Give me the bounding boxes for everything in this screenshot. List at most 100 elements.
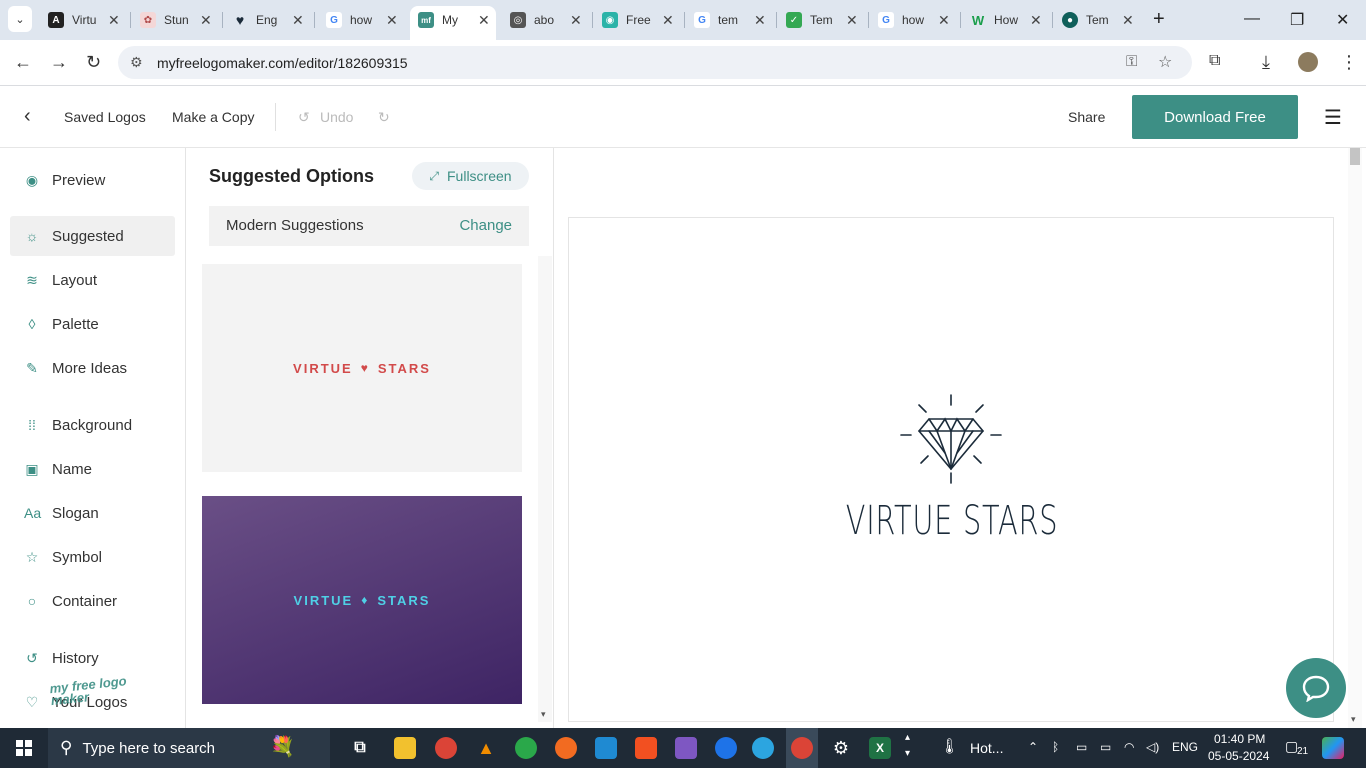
restore-icon[interactable]: ❐ bbox=[1290, 10, 1304, 30]
wifi-icon[interactable]: ◠ bbox=[1124, 740, 1134, 754]
share-button[interactable]: Share bbox=[1068, 109, 1105, 125]
logo-canvas[interactable]: VIRTUE STARS bbox=[568, 217, 1334, 722]
browser-tab-active[interactable]: mf My ✕ bbox=[418, 8, 490, 32]
weather-text[interactable]: Hot... bbox=[970, 740, 1003, 756]
task-view-icon[interactable]: ⧉ bbox=[349, 737, 371, 759]
download-icon[interactable]: ⤓ bbox=[1262, 52, 1270, 73]
settings-gear-icon[interactable]: ⚙ bbox=[830, 737, 852, 759]
back-chevron-icon[interactable]: ‹ bbox=[24, 105, 31, 128]
browser-tab[interactable]: ● Tem ✕ bbox=[1062, 8, 1134, 32]
taskbar-search-box[interactable]: ⚲ Type here to search 💐 bbox=[48, 728, 330, 768]
copilot-icon[interactable] bbox=[1322, 737, 1344, 759]
close-icon[interactable]: ✕ bbox=[754, 12, 766, 29]
sidebar-item-symbol[interactable]: ☆ Symbol bbox=[10, 537, 175, 577]
suggestion-card[interactable]: VIRTUE ♥ STARS bbox=[202, 264, 522, 472]
chrome-active-icon[interactable] bbox=[791, 737, 813, 759]
logo-name-text[interactable]: VIRTUE STARS bbox=[676, 498, 1228, 544]
profile-avatar[interactable] bbox=[1298, 52, 1318, 72]
vlc-icon[interactable]: ▲ bbox=[475, 737, 497, 759]
undo-icon[interactable]: ↺ bbox=[298, 109, 310, 126]
app-icon[interactable] bbox=[555, 737, 577, 759]
close-icon[interactable]: ✕ bbox=[292, 12, 304, 29]
address-url[interactable]: myfreelogomaker.com/editor/182609315 bbox=[157, 55, 408, 71]
scroll-down-arrow-icon[interactable]: ▾ bbox=[541, 709, 546, 720]
new-tab-plus-icon[interactable]: + bbox=[1153, 8, 1165, 31]
bookmark-star-icon[interactable]: ☆ bbox=[1158, 52, 1172, 72]
vscode-icon[interactable] bbox=[595, 737, 617, 759]
language-indicator[interactable]: ENG bbox=[1172, 740, 1198, 754]
close-icon[interactable]: ✕ bbox=[1030, 12, 1042, 29]
change-link[interactable]: Change bbox=[459, 217, 512, 234]
close-icon[interactable]: ✕ bbox=[662, 12, 674, 29]
browser-tab[interactable]: A Virtu ✕ bbox=[48, 8, 120, 32]
visual-studio-icon[interactable] bbox=[675, 737, 697, 759]
battery-icon[interactable]: ▭ bbox=[1100, 740, 1111, 754]
close-icon[interactable]: ✕ bbox=[200, 12, 212, 29]
chat-help-button[interactable] bbox=[1286, 658, 1346, 718]
sidebar-item-suggested[interactable]: ☼ Suggested bbox=[10, 216, 175, 256]
redo-icon[interactable]: ↻ bbox=[378, 109, 390, 126]
clock-time[interactable]: 01:40 PM bbox=[1214, 732, 1265, 746]
meet-icon[interactable]: ▭ bbox=[1076, 740, 1087, 754]
fullscreen-button[interactable]: ⤢ Fullscreen bbox=[412, 162, 529, 190]
forward-arrow-icon[interactable]: → bbox=[50, 52, 68, 73]
tab-search-button[interactable]: ⌄ bbox=[8, 6, 32, 32]
sidebar-item-palette[interactable]: ◊ Palette bbox=[10, 304, 175, 344]
sidebar-item-slogan[interactable]: Aa Slogan bbox=[10, 493, 175, 533]
address-bar[interactable]: ⚙ myfreelogomaker.com/editor/182609315 ⚿… bbox=[118, 46, 1192, 79]
sidebar-item-layout[interactable]: ≋ Layout bbox=[10, 260, 175, 300]
close-icon[interactable]: ✕ bbox=[108, 12, 120, 29]
make-copy-link[interactable]: Make a Copy bbox=[172, 109, 254, 125]
reload-icon[interactable]: ↻ bbox=[86, 52, 101, 73]
sidebar-item-container[interactable]: ○ Container bbox=[10, 581, 175, 621]
chrome-icon[interactable] bbox=[435, 737, 457, 759]
excel-icon[interactable]: X bbox=[869, 737, 891, 759]
browser-tab[interactable]: ✓ Tem ✕ bbox=[786, 8, 858, 32]
suggestion-card[interactable]: VIRTUE ♦ STARS bbox=[202, 496, 522, 704]
browser-tab[interactable]: ◎ abo ✕ bbox=[510, 8, 582, 32]
maps-icon[interactable] bbox=[715, 737, 737, 759]
volume-icon[interactable]: ◁) bbox=[1146, 740, 1159, 754]
tray-chevron-icon[interactable]: ⌃ bbox=[1028, 740, 1038, 754]
windows-start-icon[interactable] bbox=[16, 740, 32, 756]
panel-scrollbar[interactable]: ▾ bbox=[538, 256, 552, 722]
telegram-icon[interactable] bbox=[752, 737, 774, 759]
window-close-icon[interactable]: ✕ bbox=[1336, 10, 1349, 30]
close-icon[interactable]: ✕ bbox=[386, 12, 398, 29]
sidebar-item-preview[interactable]: ◉ Preview bbox=[10, 160, 175, 200]
browser-tab[interactable]: ✿ Stun ✕ bbox=[140, 8, 212, 32]
download-free-button[interactable]: Download Free bbox=[1132, 95, 1298, 139]
close-icon[interactable]: ✕ bbox=[478, 12, 490, 29]
browser-tab[interactable]: G tem ✕ bbox=[694, 8, 766, 32]
close-icon[interactable]: ✕ bbox=[938, 12, 950, 29]
browser-tab[interactable]: G how ✕ bbox=[878, 8, 950, 32]
close-icon[interactable]: ✕ bbox=[846, 12, 858, 29]
scroll-down-arrow-icon[interactable]: ▾ bbox=[1351, 714, 1356, 725]
saved-logos-link[interactable]: Saved Logos bbox=[64, 109, 146, 125]
extensions-icon[interactable]: ⧉ bbox=[1209, 52, 1220, 70]
clock-date[interactable]: 05-05-2024 bbox=[1208, 749, 1269, 763]
bluetooth-icon[interactable]: ᛒ bbox=[1052, 740, 1059, 754]
undo-button[interactable]: Undo bbox=[320, 109, 353, 125]
sidebar-item-name[interactable]: ▣ Name bbox=[10, 449, 175, 489]
brave-icon[interactable] bbox=[635, 737, 657, 759]
sidebar-item-background[interactable]: ⁞⁞ Background bbox=[10, 405, 175, 445]
minimize-icon[interactable]: — bbox=[1244, 10, 1260, 28]
password-key-icon[interactable]: ⚿ bbox=[1126, 53, 1137, 70]
app-icon[interactable] bbox=[515, 737, 537, 759]
close-icon[interactable]: ✕ bbox=[1122, 12, 1134, 29]
menu-dots-icon[interactable]: ⋮ bbox=[1340, 52, 1358, 73]
browser-tab[interactable]: ♥ Eng ✕ bbox=[232, 8, 304, 32]
canvas-scrollbar[interactable]: ▾ bbox=[1348, 148, 1362, 728]
back-arrow-icon[interactable]: ← bbox=[14, 52, 32, 73]
sidebar-item-history[interactable]: ↺ History bbox=[10, 638, 175, 678]
taskbar-scroll-icon[interactable]: ▴ ▾ bbox=[905, 730, 910, 762]
browser-tab[interactable]: W How ✕ bbox=[970, 8, 1042, 32]
sidebar-item-more-ideas[interactable]: ✎ More Ideas bbox=[10, 348, 175, 388]
site-info-icon[interactable]: ⚙ bbox=[130, 54, 143, 71]
browser-tab[interactable]: G how ✕ bbox=[326, 8, 398, 32]
file-explorer-icon[interactable] bbox=[394, 737, 416, 759]
scrollbar-thumb[interactable] bbox=[1350, 148, 1360, 165]
hamburger-menu-icon[interactable]: ☰ bbox=[1324, 105, 1342, 130]
close-icon[interactable]: ✕ bbox=[570, 12, 582, 29]
